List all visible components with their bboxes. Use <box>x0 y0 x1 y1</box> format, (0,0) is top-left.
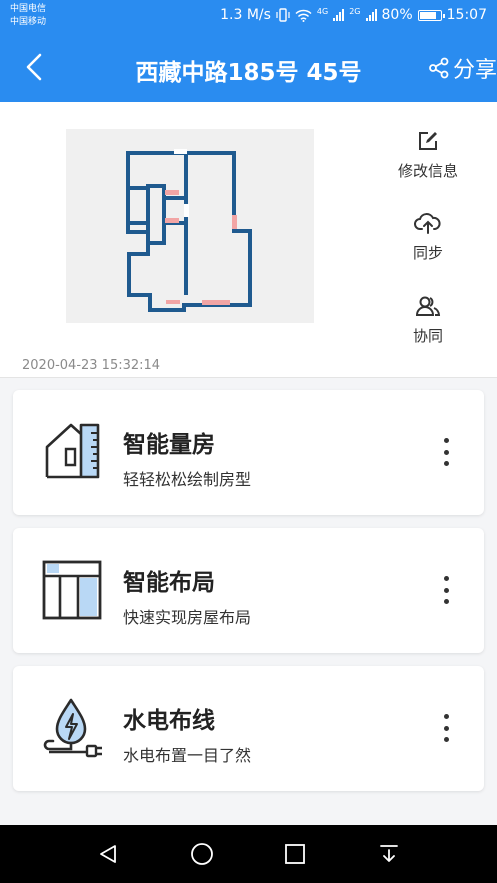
pull-down-icon <box>380 845 398 862</box>
share-label: 分享 <box>452 58 497 83</box>
edit-info-button[interactable]: 修改信息 <box>380 130 476 181</box>
system-nav-bar <box>0 825 497 883</box>
wifi-icon <box>295 9 312 22</box>
plumbing-electric-icon <box>43 698 102 758</box>
edit-icon <box>419 132 437 150</box>
carrier-1: 中国电信 <box>10 4 47 14</box>
vibrate-icon <box>276 8 290 22</box>
app-header: 西藏中路185号 45号 分享 <box>0 33 497 102</box>
card-smart-layout[interactable]: 智能布局 快速实现房屋布局 <box>13 528 484 653</box>
network-type-2: 2G <box>349 7 361 16</box>
battery-icon <box>417 9 445 21</box>
clock: 15:07 <box>446 7 487 23</box>
collaborate-button[interactable]: 协同 <box>380 295 476 346</box>
card-smart-measure[interactable]: 智能量房 轻轻松松绘制房型 <box>13 390 484 515</box>
house-info-panel: 修改信息 同步 协同 2020-04-23 15:32:14 <box>0 102 497 378</box>
card-water-electric[interactable]: 水电布线 水电布置一目了然 <box>13 666 484 791</box>
network-type-1: 4G <box>316 7 329 16</box>
card-title: 智能布局 <box>123 570 215 596</box>
signal-icon <box>333 9 345 21</box>
status-bar: 中国电信 中国移动 1.3 M/s 4G 2G 80% 15:07 <box>0 0 497 33</box>
card-title: 水电布线 <box>123 708 215 734</box>
triangle-back-icon <box>100 845 116 863</box>
nav-recents-button[interactable] <box>280 839 310 869</box>
share-button[interactable]: 分享 <box>428 52 497 84</box>
more-options-button[interactable] <box>436 710 456 746</box>
card-title: 智能量房 <box>123 432 215 458</box>
cloud-upload-icon <box>414 213 441 234</box>
more-options-button[interactable] <box>436 572 456 608</box>
status-indicators: 1.3 M/s 4G 2G 80% 15:07 <box>220 7 487 23</box>
sync-label: 同步 <box>412 244 443 262</box>
chevron-left-icon <box>26 53 42 81</box>
back-button[interactable] <box>18 51 50 83</box>
collaborate-icon <box>415 296 441 316</box>
nav-back-button[interactable] <box>93 839 123 869</box>
floorplan-drawing <box>126 149 252 312</box>
floorplan-thumbnail[interactable] <box>66 129 314 323</box>
signal-icon-2 <box>365 9 377 21</box>
card-subtitle: 快速实现房屋布局 <box>123 608 252 627</box>
square-recents-icon <box>285 844 305 864</box>
nav-home-button[interactable] <box>187 839 217 869</box>
edit-info-label: 修改信息 <box>397 162 458 180</box>
circle-home-icon <box>191 843 213 865</box>
nav-notification-button[interactable] <box>374 839 404 869</box>
carrier-info: 中国电信 中国移动 <box>10 3 46 29</box>
house-measure-icon <box>45 423 100 479</box>
layout-icon <box>42 560 102 620</box>
battery-percent: 80% <box>381 7 413 23</box>
share-icon <box>429 57 449 79</box>
collaborate-label: 协同 <box>412 327 443 345</box>
more-options-button[interactable] <box>436 434 456 470</box>
carrier-2: 中国移动 <box>10 17 47 27</box>
sync-button[interactable]: 同步 <box>380 212 476 263</box>
network-speed: 1.3 M/s <box>220 7 271 23</box>
card-subtitle: 水电布置一目了然 <box>123 746 252 765</box>
created-timestamp: 2020-04-23 15:32:14 <box>22 358 161 373</box>
card-subtitle: 轻轻松松绘制房型 <box>123 470 252 489</box>
page-title: 西藏中路185号 45号 <box>135 60 362 86</box>
